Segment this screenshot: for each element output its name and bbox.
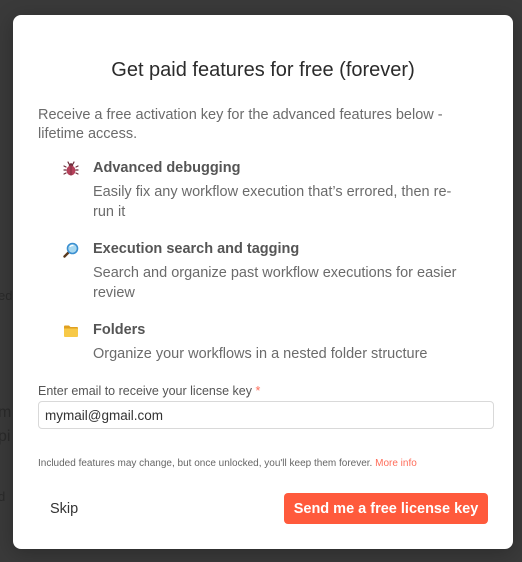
skip-button[interactable]: Skip [38, 493, 90, 524]
bug-icon [63, 161, 79, 177]
background-text-fragment: pi [0, 428, 11, 445]
modal-intro-text: Receive a free activation key for the ad… [38, 107, 443, 142]
feature-description: Organize your workflows in a nested fold… [93, 346, 428, 362]
magnifier-icon [63, 242, 79, 258]
send-license-key-button[interactable]: Send me a free license key [284, 493, 488, 524]
feature-name: Execution search and tagging [93, 241, 300, 257]
feature-description: Search and organize past workflow execut… [93, 265, 457, 301]
email-field-label: Enter email to receive your license key … [38, 384, 260, 398]
disclaimer-body: Included features may change, but once u… [38, 458, 373, 469]
feature-description: Easily fix any workflow execution that’s… [93, 184, 452, 220]
free-features-modal: Get paid features for free (forever) Rec… [13, 15, 513, 549]
email-label-text: Enter email to receive your license key [38, 384, 252, 398]
feature-name: Folders [93, 322, 146, 338]
background-text-fragment: m [0, 404, 12, 421]
required-marker: * [255, 384, 261, 398]
folder-icon [63, 323, 79, 339]
feature-name: Advanced debugging [93, 160, 241, 176]
disclaimer-text: Included features may change, but once u… [38, 458, 417, 469]
background-text-fragment: d [0, 489, 6, 504]
modal-title: Get paid features for free (forever) [111, 59, 415, 81]
more-info-link[interactable]: More info [375, 458, 417, 469]
background-text-fragment: ed [0, 288, 13, 303]
email-field[interactable] [38, 401, 494, 429]
